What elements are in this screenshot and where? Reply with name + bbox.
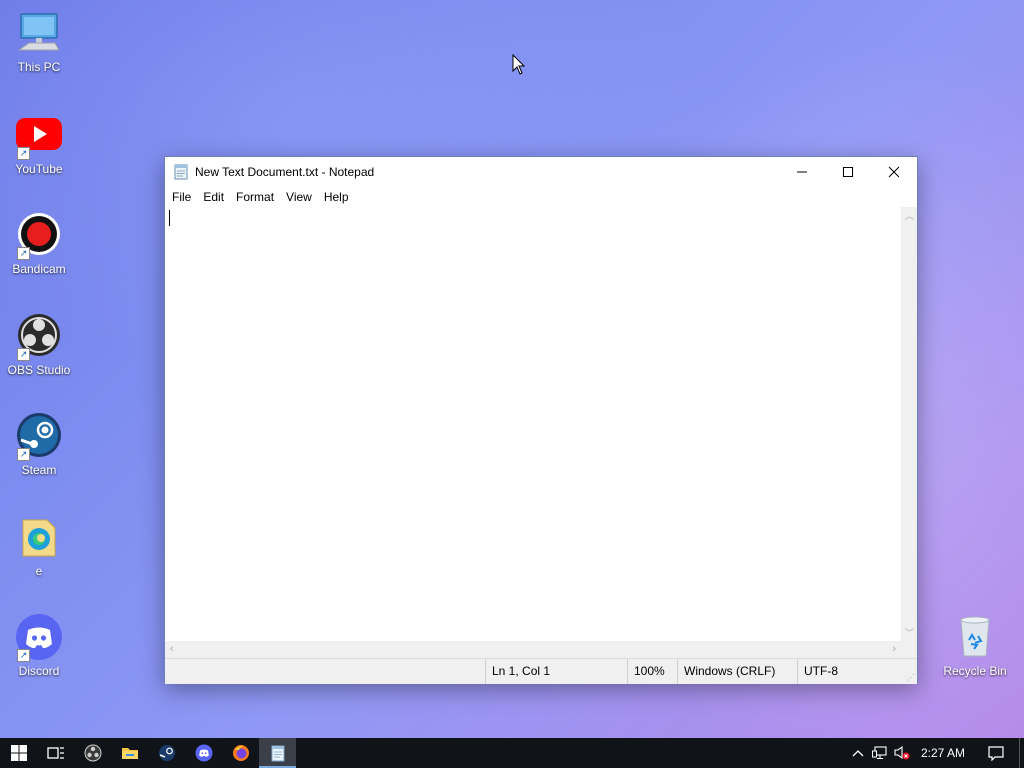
shortcut-arrow-icon: ↗: [17, 649, 30, 662]
scroll-corner: [901, 641, 917, 658]
close-icon: [888, 166, 900, 178]
windows-logo-icon: [10, 745, 27, 761]
desktop-icon-label: Discord: [18, 664, 60, 678]
desktop-icon-label: e: [35, 564, 43, 578]
vertical-scrollbar[interactable]: ︿ ﹀: [901, 207, 917, 641]
mouse-cursor-icon: [512, 53, 526, 81]
taskbar-file-explorer[interactable]: [111, 738, 148, 768]
menu-help[interactable]: Help: [319, 190, 354, 204]
desktop-icon-label: YouTube: [15, 162, 63, 176]
chevron-up-icon: [852, 750, 864, 757]
shortcut-arrow-icon: ↗: [17, 247, 30, 260]
desktop-icon-label: This PC: [17, 60, 61, 74]
show-desktop-button[interactable]: [1019, 738, 1024, 768]
menu-bar: File Edit Format View Help: [165, 187, 917, 208]
desktop-icon-obs-studio[interactable]: ↗ OBS Studio: [1, 313, 77, 377]
network-button[interactable]: [869, 738, 891, 768]
bandicam-icon: ↗: [15, 212, 63, 260]
taskbar-firefox[interactable]: [222, 738, 259, 768]
shortcut-arrow-icon: ↗: [17, 448, 30, 461]
discord-icon: ↗: [15, 614, 63, 662]
desktop-icon-youtube[interactable]: ↗ YouTube: [1, 112, 77, 176]
shortcut-arrow-icon: ↗: [17, 147, 30, 160]
obs-icon: ↗: [15, 313, 63, 361]
edge-icon: [15, 514, 63, 562]
youtube-icon: ↗: [15, 112, 63, 160]
title-bar[interactable]: New Text Document.txt - Notepad: [165, 157, 917, 187]
show-hidden-icons-button[interactable]: [847, 738, 869, 768]
minimize-button[interactable]: [779, 157, 825, 187]
notification-icon: [988, 745, 1004, 761]
menu-edit[interactable]: Edit: [198, 190, 229, 204]
discord-icon: [195, 744, 212, 762]
notepad-icon: [271, 745, 284, 762]
task-view-icon: [46, 747, 64, 759]
status-position: Ln 1, Col 1: [485, 659, 628, 684]
desktop-icon-this-pc[interactable]: This PC: [1, 10, 77, 74]
system-tray: 2:27 AM: [847, 738, 1024, 768]
taskbar-clock[interactable]: 2:27 AM: [921, 746, 965, 760]
resize-grip-icon[interactable]: ⋰: [907, 673, 915, 682]
scroll-left-icon[interactable]: ‹: [170, 643, 174, 655]
maximize-button[interactable]: [825, 157, 871, 187]
close-button[interactable]: [871, 157, 917, 187]
obs-icon: [84, 744, 101, 762]
status-bar: Ln 1, Col 1 100% Windows (CRLF) UTF-8 ⋰: [165, 658, 917, 684]
network-icon: [871, 746, 887, 760]
volume-button[interactable]: [891, 738, 913, 768]
taskbar-steam[interactable]: [148, 738, 185, 768]
shortcut-arrow-icon: ↗: [17, 348, 30, 361]
task-view-button[interactable]: [37, 738, 74, 768]
taskbar: 2:27 AM: [0, 738, 1024, 768]
desktop-icon-label: Steam: [21, 463, 57, 477]
desktop-icon-label: OBS Studio: [7, 363, 71, 377]
desktop-icon-discord[interactable]: ↗ Discord: [1, 614, 77, 678]
notepad-icon: [174, 164, 188, 180]
desktop-icon-recycle-bin[interactable]: Recycle Bin: [937, 614, 1013, 678]
scroll-up-icon[interactable]: ︿: [905, 209, 914, 222]
desktop-icon-bandicam[interactable]: ↗ Bandicam: [1, 212, 77, 276]
status-line-endings: Windows (CRLF): [677, 659, 798, 684]
desktop-icon-steam[interactable]: ↗ Steam: [1, 413, 77, 477]
volume-muted-icon: [894, 745, 910, 760]
maximize-icon: [843, 167, 853, 177]
file-explorer-icon: [121, 748, 138, 759]
text-caret: [169, 210, 170, 226]
desktop-icon-label: Recycle Bin: [943, 664, 1007, 678]
status-encoding: UTF-8: [797, 659, 904, 684]
recycle-bin-icon: [951, 614, 999, 662]
taskbar-discord[interactable]: [185, 738, 222, 768]
text-editor-area[interactable]: [165, 207, 901, 641]
desktop-icon-label: Bandicam: [12, 262, 66, 276]
minimize-icon: [797, 171, 807, 173]
firefox-icon: [232, 745, 249, 761]
notepad-window: New Text Document.txt - Notepad File Edi…: [164, 156, 918, 684]
menu-view[interactable]: View: [281, 190, 317, 204]
menu-file[interactable]: File: [167, 190, 196, 204]
start-button[interactable]: [0, 738, 37, 768]
notification-center-button[interactable]: [985, 738, 1007, 768]
scroll-down-icon[interactable]: ﹀: [905, 626, 914, 639]
horizontal-scrollbar[interactable]: ‹ ›: [165, 641, 901, 658]
steam-icon: [158, 745, 175, 761]
computer-icon: [15, 10, 63, 58]
menu-format[interactable]: Format: [231, 190, 279, 204]
taskbar-obs[interactable]: [74, 738, 111, 768]
desktop-icon-e[interactable]: e: [1, 514, 77, 578]
taskbar-notepad[interactable]: [259, 738, 296, 768]
window-title: New Text Document.txt - Notepad: [195, 165, 375, 179]
scroll-right-icon[interactable]: ›: [892, 643, 896, 655]
steam-icon: ↗: [15, 413, 63, 461]
status-zoom: 100%: [627, 659, 678, 684]
